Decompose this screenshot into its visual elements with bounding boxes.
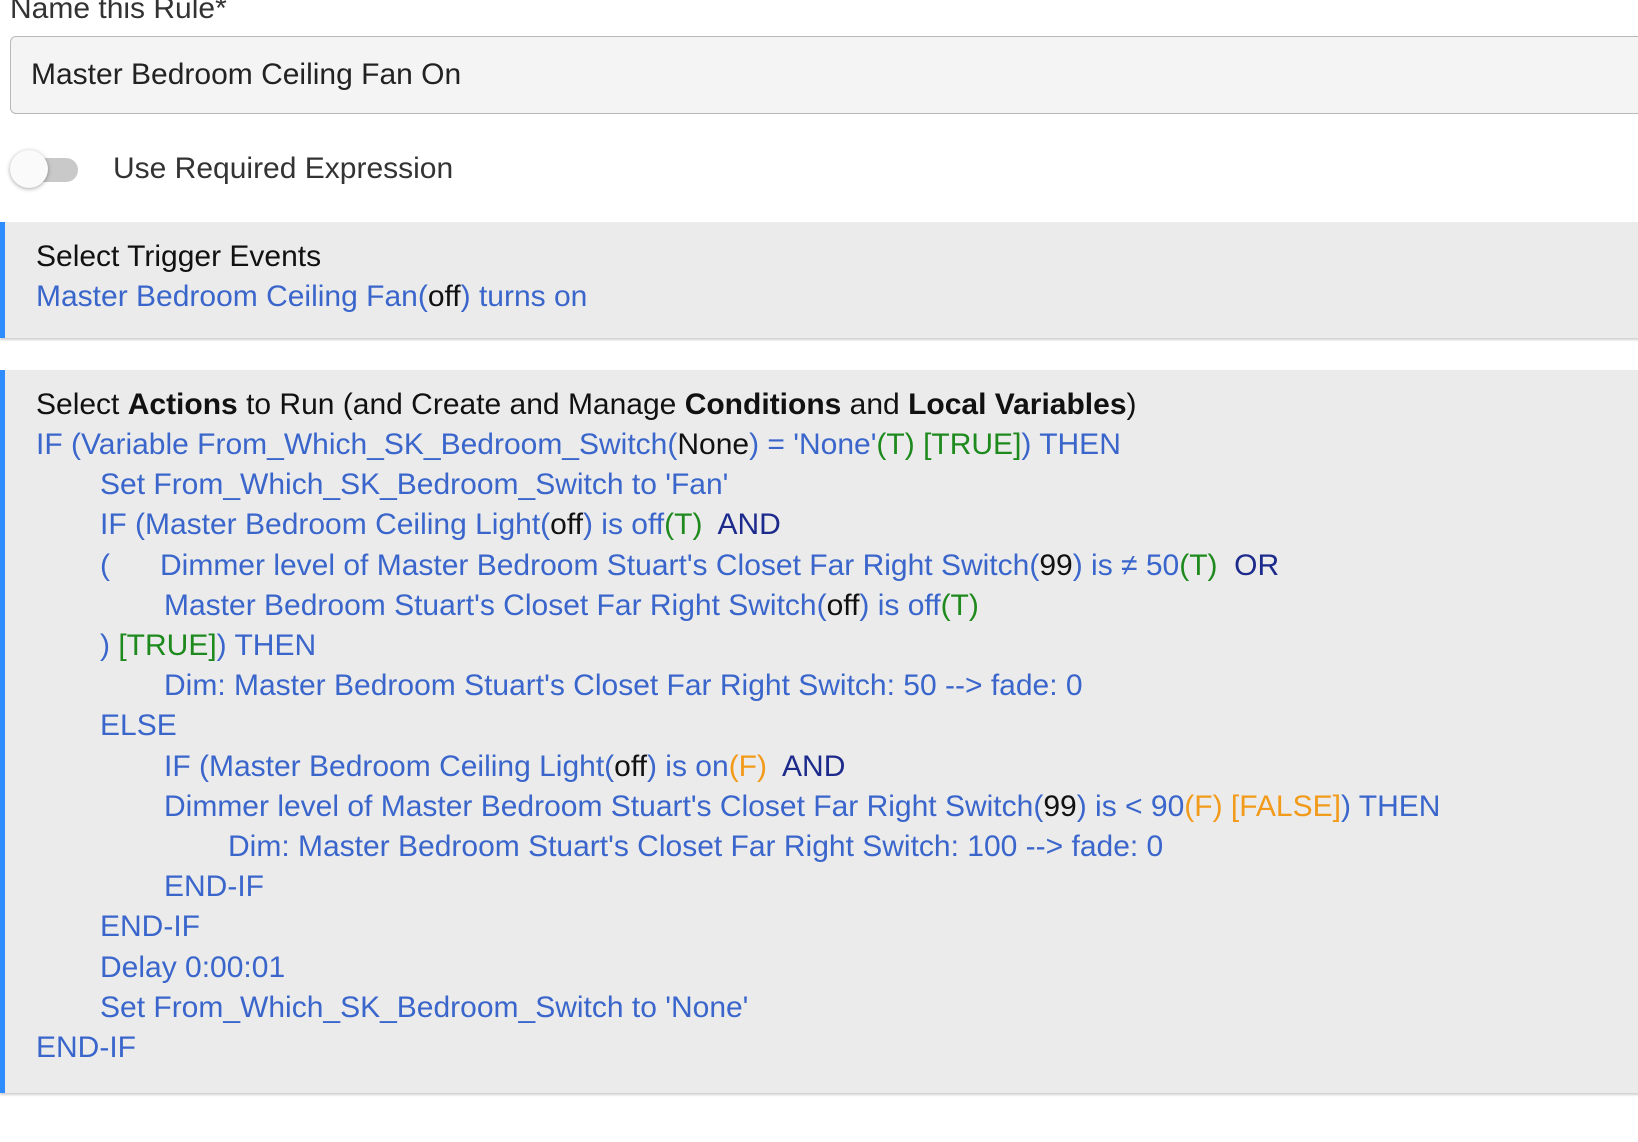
action-segment: Set From_Which_SK_Bedroom_Switch to 'Non… [100, 990, 749, 1024]
action-segment: ) is < 90 [1076, 789, 1185, 823]
action-line[interactable]: Dimmer level of Master Bedroom Stuart's … [164, 790, 1440, 824]
action-segment: Set From_Which_SK_Bedroom_Switch to 'Fan… [100, 468, 729, 502]
action-line[interactable]: END-IF [164, 870, 264, 904]
action-segment: ELSE [100, 709, 177, 743]
action-segment: None [677, 428, 750, 461]
action-segment: ) THEN [1340, 789, 1441, 823]
trigger-state: off [427, 280, 461, 313]
action-segment: Dim: Master Bedroom Stuart's Closet Far … [164, 669, 1083, 703]
action-segment: ) is off [582, 508, 665, 542]
actions-title-bold: Actions [127, 388, 238, 421]
action-line[interactable]: END-IF [36, 1031, 136, 1065]
action-segment: off [550, 508, 583, 542]
action-segment: 99 [1043, 789, 1077, 823]
action-segment: IF (Master Bedroom Ceiling Light( [100, 508, 551, 542]
trigger-events-title: Select Trigger Events [36, 240, 322, 273]
action-line[interactable]: Master Bedroom Stuart's Closet Far Right… [164, 589, 979, 623]
action-line[interactable]: Set From_Which_SK_Bedroom_Switch to 'Non… [100, 991, 748, 1025]
required-expression-label: Use Required Expression [113, 152, 454, 185]
required-expression-toggle[interactable] [10, 150, 82, 194]
action-segment: ) = 'None' [749, 428, 877, 461]
action-segment: OR [1217, 548, 1280, 582]
action-segment: ) THEN [216, 629, 317, 662]
action-segment: (F) [FALSE] [1184, 789, 1341, 823]
action-segment: Dimmer level of Master Bedroom Stuart's … [164, 789, 1044, 823]
rule-name-label: Name this Rule* [10, 0, 227, 25]
action-segment: Master Bedroom Stuart's Closet Far Right… [164, 588, 827, 622]
trigger-paren-open: ( [417, 280, 428, 313]
action-segment: (T) [TRUE] [876, 428, 1022, 461]
trigger-condition: ) turns on [460, 280, 588, 313]
actions-title-part: and [841, 388, 909, 421]
action-segment: (F) [728, 749, 767, 783]
actions-title-bold: Local Variables [908, 388, 1127, 421]
action-line[interactable]: Delay 0:00:01 [100, 951, 285, 985]
action-segment: ( Dimmer level of Master Bedroom Stuart'… [100, 548, 1040, 582]
action-segment: ) [100, 629, 119, 662]
action-line[interactable]: Dim: Master Bedroom Stuart's Closet Far … [228, 830, 1163, 864]
action-segment: ) is on [646, 749, 729, 783]
action-segment: AND [767, 749, 846, 783]
action-segment: (T) [1179, 548, 1218, 582]
action-line[interactable]: END-IF [100, 910, 200, 944]
action-segment: off [614, 749, 647, 783]
action-segment: 99 [1039, 548, 1073, 582]
action-line[interactable]: ELSE [100, 709, 177, 743]
action-line[interactable]: IF (Master Bedroom Ceiling Light(off) is… [164, 750, 845, 784]
action-segment: (T) [940, 588, 979, 622]
action-segment: (T) [664, 508, 703, 542]
actions-panel[interactable]: Select Actions to Run (and Create and Ma… [0, 370, 1638, 1093]
action-line[interactable]: ) [TRUE]) THEN [100, 629, 316, 663]
action-line[interactable]: Dim: Master Bedroom Stuart's Closet Far … [164, 669, 1083, 703]
action-line[interactable]: ( Dimmer level of Master Bedroom Stuart'… [100, 549, 1279, 583]
actions-title-part: ) [1126, 388, 1137, 421]
action-segment: ) THEN [1021, 428, 1121, 461]
action-segment: Dim: Master Bedroom Stuart's Closet Far … [228, 830, 1164, 863]
action-segment: END-IF [36, 1031, 136, 1064]
actions-title-part: to Run (and Create and Manage [237, 388, 685, 421]
trigger-event-line[interactable]: Master Bedroom Ceiling Fan(off) turns on [36, 280, 587, 314]
toggle-knob [10, 150, 48, 188]
trigger-events-panel[interactable]: Select Trigger Events Master Bedroom Cei… [0, 222, 1638, 338]
action-segment: Delay 0:00:01 [100, 950, 286, 984]
rule-name-input[interactable] [10, 36, 1638, 114]
action-segment: END-IF [164, 870, 264, 904]
action-segment: IF (Variable From_Which_SK_Bedroom_Switc… [36, 428, 678, 461]
actions-title-part: Select [36, 388, 128, 421]
actions-title-bold: Conditions [684, 388, 842, 421]
action-segment: ) is off [859, 588, 941, 622]
trigger-device: Master Bedroom Ceiling Fan [36, 280, 418, 313]
action-segment: IF (Master Bedroom Ceiling Light( [164, 749, 615, 783]
actions-title: Select Actions to Run (and Create and Ma… [36, 388, 1137, 422]
action-segment: END-IF [100, 910, 200, 944]
action-segment: AND [702, 508, 781, 542]
action-line[interactable]: IF (Master Bedroom Ceiling Light(off) is… [100, 508, 781, 542]
action-line[interactable]: IF (Variable From_Which_SK_Bedroom_Switc… [36, 428, 1121, 462]
action-line[interactable]: Set From_Which_SK_Bedroom_Switch to 'Fan… [100, 468, 728, 502]
action-segment: off [826, 588, 860, 622]
action-segment: ) is ≠ 50 [1072, 548, 1180, 582]
action-segment: [TRUE] [118, 629, 217, 662]
